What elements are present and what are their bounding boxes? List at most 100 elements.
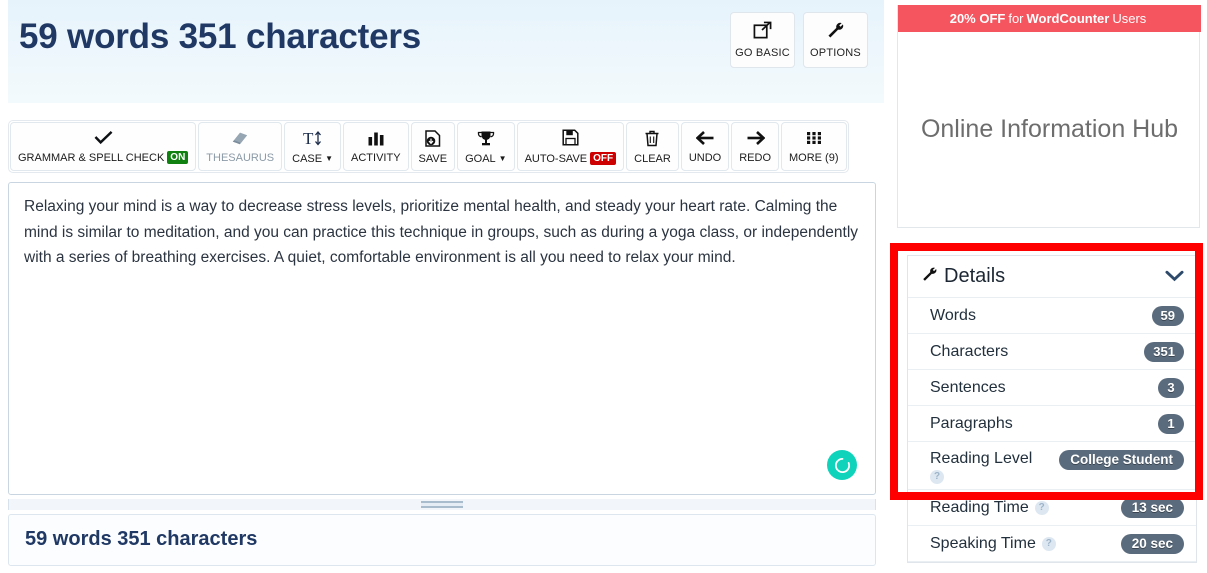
- details-row-label-group: Speaking Time ?: [930, 535, 1056, 553]
- toolbar-item-goal-label: GOAL ▼: [465, 153, 507, 165]
- toolbar-item-undo[interactable]: UNDO: [680, 122, 730, 171]
- details-row-label: Characters: [930, 342, 1009, 360]
- details-row-label: Sentences: [930, 378, 1006, 396]
- ad-banner-users: Users: [1112, 11, 1147, 26]
- count-header: 59 words 351 characters GO BASIC OPTIONS: [8, 0, 884, 103]
- status-badge: 59: [1151, 305, 1184, 326]
- count-footer: 59 words 351 characters: [8, 514, 876, 566]
- toolbar-item-grammar-spell-check-label: GRAMMAR & SPELL CHECK ON: [18, 151, 189, 164]
- floppy-disk-icon: [562, 129, 579, 150]
- ad-banner-for: for: [1008, 11, 1024, 26]
- details-row-words[interactable]: Words 59: [908, 298, 1196, 334]
- more-label-text: MORE (9): [789, 152, 839, 164]
- details-row-label: Speaking Time: [930, 534, 1036, 552]
- status-badge: 3: [1158, 377, 1184, 398]
- goal-label-text: GOAL: [465, 152, 496, 165]
- arrow-left-icon: [695, 130, 715, 150]
- trophy-icon: [477, 130, 495, 151]
- details-header[interactable]: Details: [908, 256, 1196, 298]
- details-row-label-group: Reading Level ?: [930, 450, 1032, 484]
- grid-dots-icon: [805, 130, 823, 150]
- grammar-status-badge: ON: [167, 151, 189, 164]
- toolbar-item-save[interactable]: SAVE: [410, 122, 456, 171]
- toolbar-item-thesaurus[interactable]: THESAURUS: [198, 122, 283, 171]
- loading-spinner-icon[interactable]: [827, 450, 857, 480]
- arrow-right-icon: [746, 130, 766, 150]
- details-row-label: Paragraphs: [930, 414, 1013, 432]
- help-icon[interactable]: ?: [1041, 536, 1056, 551]
- help-icon[interactable]: ?: [930, 470, 944, 484]
- grammar-label-text: GRAMMAR & SPELL CHECK: [18, 151, 165, 164]
- page-title: 59 words 351 characters: [19, 17, 422, 56]
- toolbar-item-activity-label: ACTIVITY: [351, 152, 401, 164]
- trash-icon: [644, 130, 660, 151]
- go-basic-button[interactable]: GO BASIC: [730, 12, 795, 68]
- toolbar-item-auto-save[interactable]: AUTO-SAVE OFF: [516, 122, 625, 171]
- activity-label-text: ACTIVITY: [351, 152, 401, 164]
- sidebar: 20% OFF for WordCounter Users Online Inf…: [897, 0, 1201, 573]
- toolbar-item-case-label: CASE ▼: [292, 153, 333, 165]
- toolbar-item-undo-label: UNDO: [689, 152, 721, 164]
- chevron-down-icon: ▼: [498, 154, 507, 163]
- ad-headline: Online Information Hub: [920, 115, 1179, 143]
- text-editor[interactable]: Relaxing your mind is a way to decrease …: [8, 182, 876, 495]
- redo-label-text: REDO: [739, 152, 771, 164]
- toolbar-item-redo[interactable]: REDO: [731, 122, 779, 171]
- auto-save-label-text: AUTO-SAVE: [524, 152, 588, 165]
- ad-banner-brand: WordCounter: [1026, 11, 1110, 26]
- toolbar-item-case[interactable]: T CASE ▼: [284, 122, 342, 171]
- details-row-label: Reading Level: [930, 450, 1033, 467]
- thesaurus-label-text: THESAURUS: [206, 152, 275, 164]
- toolbar-item-grammar-spell-check[interactable]: GRAMMAR & SPELL CHECK ON: [10, 122, 197, 171]
- editor-content[interactable]: Relaxing your mind is a way to decrease …: [24, 194, 862, 271]
- toolbar-item-activity[interactable]: ACTIVITY: [343, 122, 409, 171]
- details-title: Details: [944, 265, 1006, 287]
- editor-toolbar: GRAMMAR & SPELL CHECK ON THESAURUS T CAS…: [8, 120, 849, 173]
- undo-label-text: UNDO: [688, 152, 722, 164]
- ad-banner-discount: 20% OFF: [949, 11, 1006, 26]
- details-row-label: Words: [930, 306, 976, 324]
- toolbar-item-clear-label: CLEAR: [634, 153, 671, 165]
- help-icon[interactable]: ?: [1034, 500, 1049, 515]
- toolbar-item-more-label: MORE (9): [789, 152, 839, 164]
- details-row-label: Reading Time: [930, 498, 1029, 516]
- details-row-paragraphs[interactable]: Paragraphs 1: [908, 406, 1196, 442]
- details-row-label-group: Reading Time ?: [930, 499, 1049, 517]
- header-button-group: GO BASIC OPTIONS: [730, 12, 868, 68]
- chevron-down-icon[interactable]: [1165, 267, 1184, 287]
- toolbar-item-redo-label: REDO: [739, 152, 771, 164]
- status-badge: 351: [1144, 341, 1184, 362]
- chevron-down-icon: ▼: [325, 154, 334, 163]
- resize-handle[interactable]: [421, 501, 463, 508]
- toolbar-item-clear[interactable]: CLEAR: [626, 122, 679, 171]
- details-row-reading-time[interactable]: Reading Time ? 13 sec: [908, 490, 1196, 526]
- status-badge: 1: [1158, 413, 1184, 434]
- toolbar-item-more[interactable]: MORE (9): [781, 122, 847, 171]
- go-basic-label: GO BASIC: [735, 47, 790, 59]
- auto-save-status-badge: OFF: [590, 152, 617, 165]
- word-counter-app: 59 words 351 characters GO BASIC OPTIONS…: [0, 0, 1207, 573]
- details-row-speaking-time[interactable]: Speaking Time ? 20 sec: [908, 526, 1196, 562]
- toolbar-item-thesaurus-label: THESAURUS: [206, 152, 274, 164]
- options-label: OPTIONS: [810, 47, 861, 59]
- save-label-text: SAVE: [418, 152, 448, 165]
- details-row-sentences[interactable]: Sentences 3: [908, 370, 1196, 406]
- save-file-icon: [424, 129, 442, 151]
- status-badge: 20 sec: [1120, 533, 1184, 554]
- clear-label-text: CLEAR: [634, 152, 671, 165]
- check-icon: [94, 130, 113, 149]
- options-button[interactable]: OPTIONS: [803, 12, 868, 68]
- status-badge: College Student: [1059, 450, 1184, 470]
- editor-resize-strip: [8, 499, 876, 510]
- wrench-icon: [921, 266, 938, 288]
- toolbar-item-auto-save-label: AUTO-SAVE OFF: [525, 152, 617, 165]
- toolbar-item-save-label: SAVE: [419, 153, 448, 165]
- details-row-reading-level[interactable]: Reading Level ? College Student: [908, 442, 1196, 490]
- status-badge: 13 sec: [1120, 497, 1184, 518]
- toolbar-item-goal[interactable]: GOAL ▼: [457, 122, 515, 171]
- advertisement[interactable]: 20% OFF for WordCounter Users Online Inf…: [897, 5, 1201, 228]
- details-row-characters[interactable]: Characters 351: [908, 334, 1196, 370]
- bar-chart-icon: [366, 130, 386, 150]
- footer-count-text: 59 words 351 characters: [25, 528, 258, 550]
- book-icon: [231, 130, 249, 150]
